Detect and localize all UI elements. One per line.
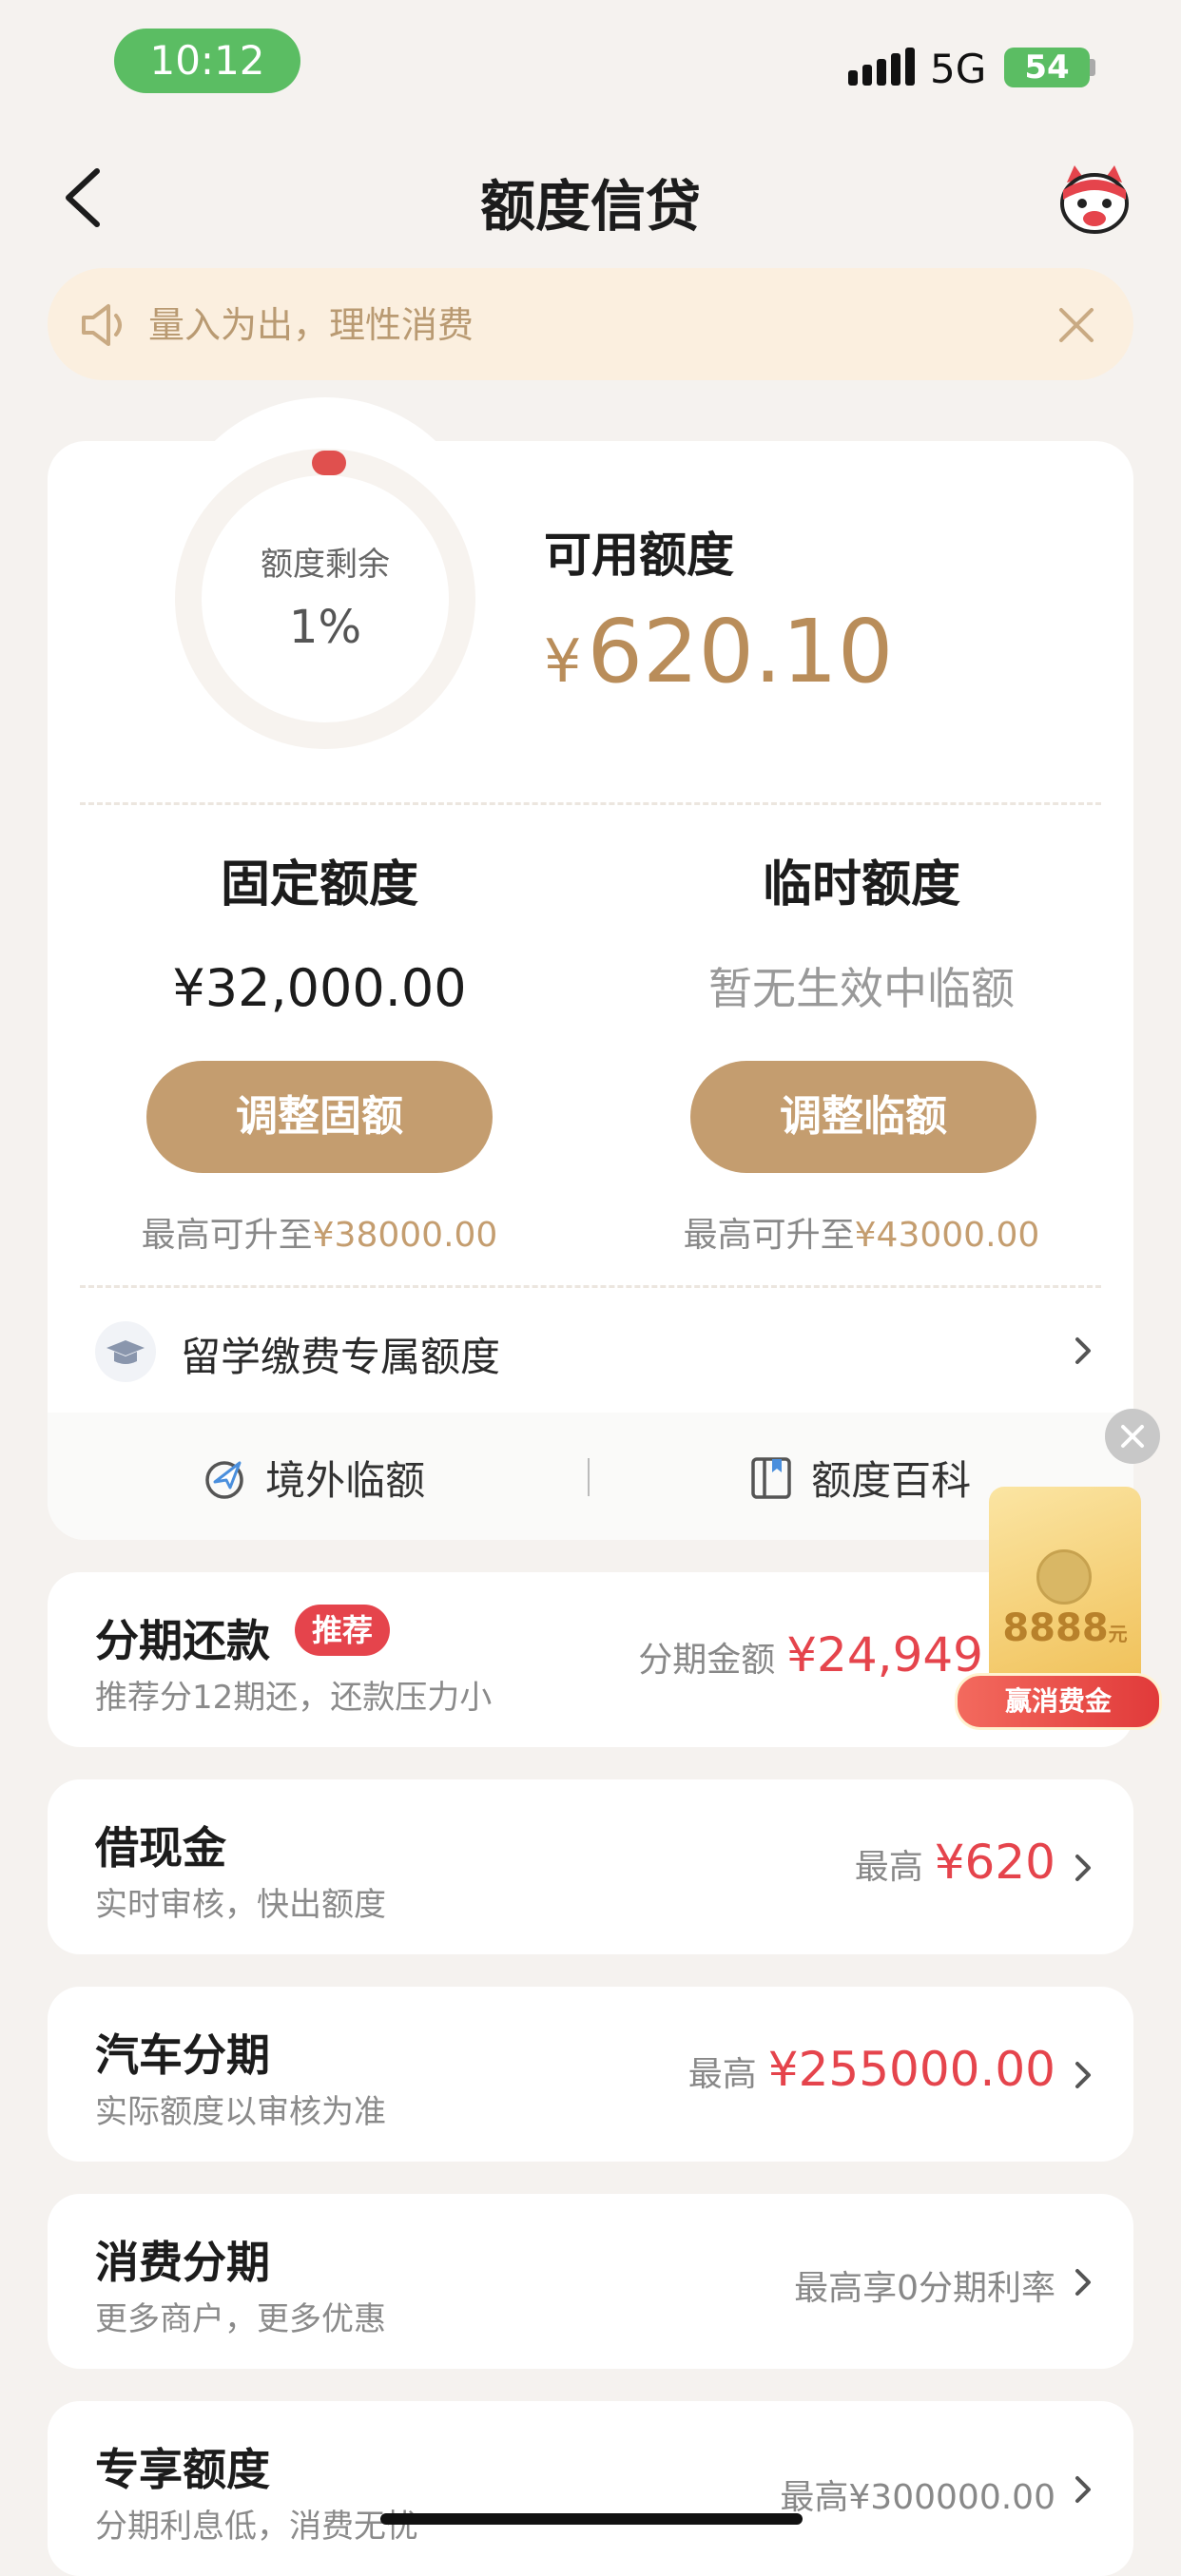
list-item-subtitle: 实际额度以审核为准 <box>95 2093 386 2131</box>
globe-plane-icon <box>205 1460 243 1499</box>
remaining-ring <box>175 449 475 749</box>
list-item-right-label: 最高享0分期利率 <box>794 2269 1055 2308</box>
list-item-right-amount: ¥620 <box>934 1835 1055 1890</box>
credit-encyclopedia-label: 额度百科 <box>811 1457 972 1504</box>
credit-encyclopedia-link[interactable]: 额度百科 <box>749 1449 971 1507</box>
list-item-right-label: 分期金额 <box>638 1641 776 1680</box>
recommend-badge: 推荐 <box>295 1605 391 1656</box>
study-abroad-label: 留学缴费专属额度 <box>181 1334 501 1380</box>
chevron-right-icon <box>1075 2269 1091 2296</box>
temporary-max-amount: ¥43000.00 <box>854 1216 1040 1255</box>
list-item-title: 借现金 <box>95 1822 226 1874</box>
list-item-title: 专享额度 <box>95 2444 270 2495</box>
list-item-right-amount: ¥255000.00 <box>767 2042 1055 2097</box>
list-item-title: 消费分期 <box>95 2237 270 2288</box>
list-item-title: 分期还款 <box>95 1615 270 1666</box>
battery-indicator: 54 <box>1004 48 1090 87</box>
fixed-credit-value: ¥32,000.00 <box>172 958 467 1018</box>
currency-symbol: ¥ <box>544 626 582 696</box>
overseas-credit-link[interactable]: 境外临额 <box>202 1449 425 1507</box>
list-item-right: 最高 ¥255000.00 <box>532 2042 1055 2097</box>
chevron-right-icon <box>1075 1855 1091 1881</box>
chevron-right-icon <box>1075 2062 1091 2088</box>
temporary-credit-title: 临时额度 <box>762 856 960 913</box>
temporary-credit-status: 暂无生效中临额 <box>708 963 1015 1014</box>
close-icon <box>1121 1425 1144 1448</box>
overseas-credit-label: 境外临额 <box>265 1457 426 1504</box>
battery-tip <box>1090 59 1095 76</box>
list-item-subtitle: 推荐分12期还，还款压力小 <box>95 1679 493 1717</box>
list-item-right-amount: ¥24,949 <box>786 1627 983 1682</box>
list-item-right-label: 最高¥300000.00 <box>780 2478 1055 2517</box>
promo-close-button[interactable] <box>1105 1409 1160 1464</box>
book-icon <box>751 1456 791 1499</box>
notice-text: 量入为出，理性消费 <box>148 304 474 346</box>
ring-percent: 1% <box>288 601 362 654</box>
coin-icon <box>1036 1549 1092 1605</box>
speaker-icon <box>82 304 122 346</box>
fixed-max-amount: ¥38000.00 <box>312 1216 498 1255</box>
fixed-credit-title: 固定额度 <box>220 856 418 913</box>
promo-amount: 8888元 <box>998 1606 1132 1650</box>
status-time: 10:12 <box>114 29 300 93</box>
available-label: 可用额度 <box>544 528 734 583</box>
list-item-title: 汽车分期 <box>95 2029 270 2081</box>
temporary-max-line: 最高可升至¥43000.00 <box>590 1207 1133 1257</box>
list-item-right: 分期金额 ¥24,949 <box>571 1627 983 1682</box>
chevron-right-icon <box>1075 1337 1091 1364</box>
list-item-right-label: 最高 <box>854 1848 923 1887</box>
graduation-cap-icon <box>95 1321 156 1382</box>
available-amount: ¥620.10 <box>544 601 893 702</box>
divider <box>80 1285 1101 1288</box>
list-item-right: 最高 ¥620 <box>571 1835 1055 1890</box>
chevron-right-icon <box>1075 2476 1091 2503</box>
network-label: 5G <box>930 46 987 92</box>
home-indicator <box>380 2513 803 2525</box>
signal-icon <box>848 48 915 86</box>
promo-amount-unit: 元 <box>1108 1623 1128 1645</box>
win-consumer-fund-button[interactable]: 赢消费金 <box>955 1673 1162 1730</box>
promo-amount-value: 8888 <box>1002 1606 1109 1650</box>
adjust-fixed-button[interactable]: 调整固额 <box>146 1061 493 1173</box>
temporary-max-prefix: 最高可升至 <box>683 1216 855 1255</box>
divider <box>80 802 1101 805</box>
list-item-subtitle: 更多商户，更多优惠 <box>95 2300 386 2338</box>
divider <box>588 1458 590 1496</box>
ring-label: 额度剩余 <box>261 546 390 584</box>
page-title: 额度信贷 <box>479 174 701 239</box>
fixed-max-line: 最高可升至¥38000.00 <box>48 1207 591 1257</box>
close-icon[interactable] <box>1054 302 1099 348</box>
available-value: 620.10 <box>587 601 894 702</box>
list-item-subtitle: 分期利息低，消费无忧 <box>95 2508 418 2546</box>
fixed-max-prefix: 最高可升至 <box>141 1216 313 1255</box>
mascot-icon[interactable] <box>1054 162 1135 238</box>
list-item-subtitle: 实时审核，快出额度 <box>95 1886 386 1924</box>
adjust-temporary-button[interactable]: 调整临额 <box>690 1061 1036 1173</box>
list-item-right-label: 最高 <box>687 2055 757 2094</box>
